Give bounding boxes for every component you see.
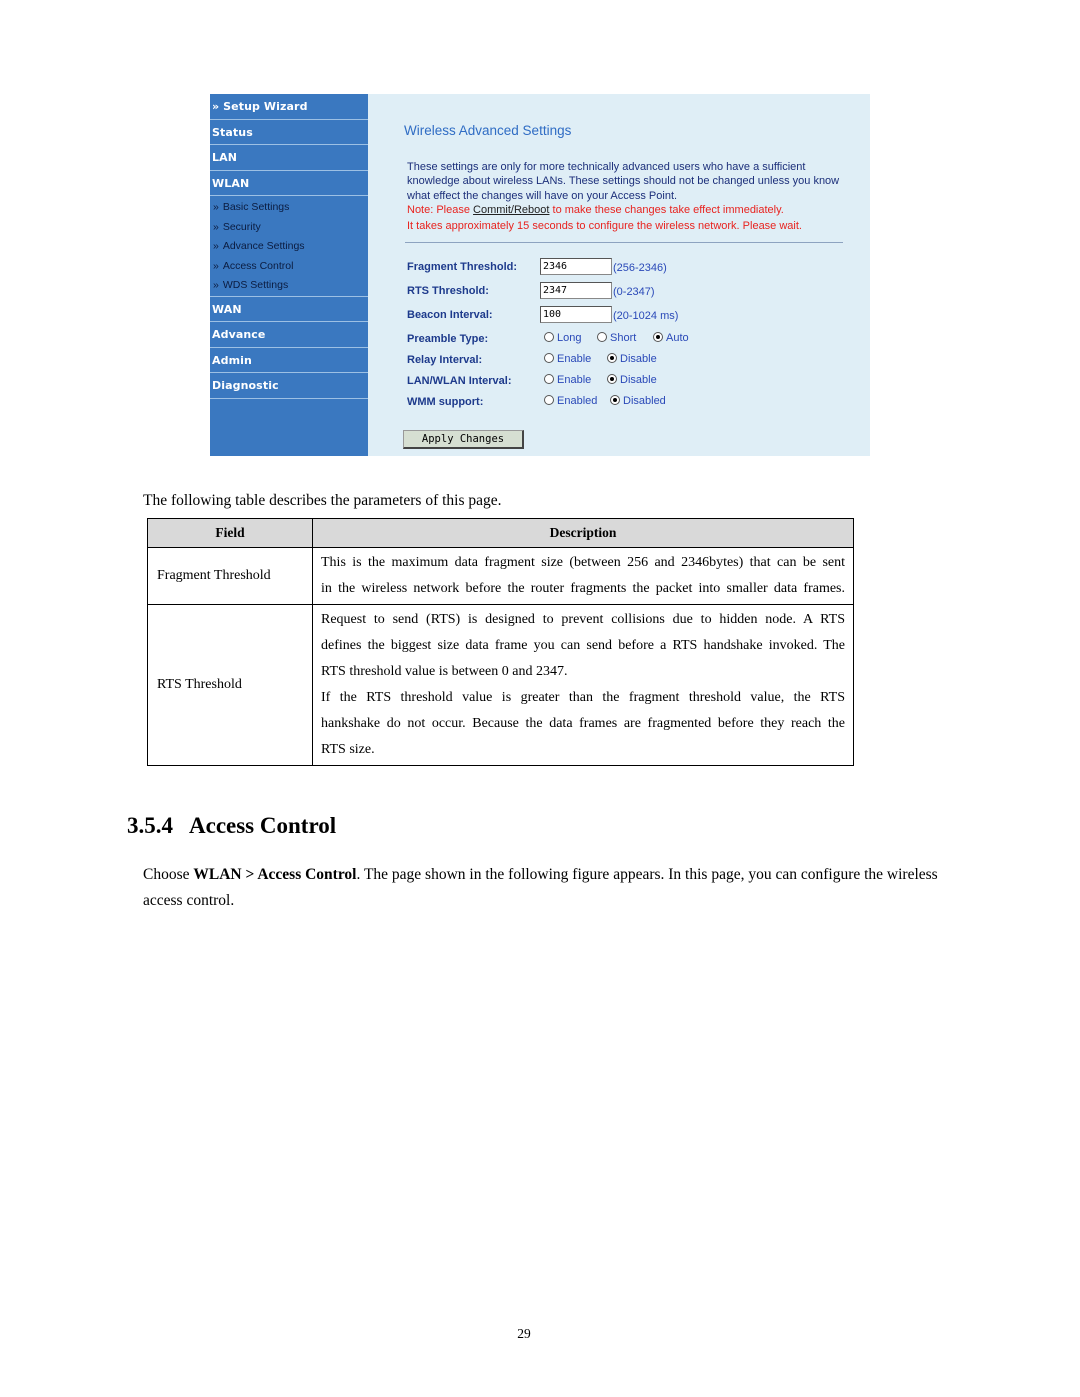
rts-threshold-label: RTS Threshold:: [407, 285, 489, 297]
beacon-interval-range: (20-1024 ms): [613, 310, 679, 322]
settings-panel: Wireless Advanced Settings These setting…: [368, 94, 870, 456]
fragment-threshold-input[interactable]: 2346: [540, 258, 612, 275]
radio-selected-icon: [653, 332, 663, 342]
double-chevron-icon: »: [213, 259, 219, 272]
page-number: 29: [517, 1326, 531, 1341]
menu-path: WLAN > Access Control: [193, 866, 357, 883]
preamble-long-radio[interactable]: Long: [544, 332, 581, 344]
sidebar-subitem-access-control[interactable]: » Access Control: [210, 257, 368, 277]
page-title: Wireless Advanced Settings: [404, 123, 572, 138]
rts-threshold-range: (0-2347): [613, 286, 655, 298]
table-intro-text: The following table describes the parame…: [143, 492, 502, 509]
double-chevron-icon: »: [213, 201, 219, 213]
radio-unselected-icon: [597, 332, 607, 342]
radio-selected-icon: [607, 374, 617, 384]
sidebar-nav: » Setup Wizard Status LAN WLAN » Basic Se…: [210, 94, 368, 456]
description-line: RTS threshold value is between 0 and 234…: [321, 664, 568, 679]
preamble-type-label: Preamble Type:: [407, 333, 489, 345]
commit-reboot-link[interactable]: Commit/Reboot: [473, 204, 549, 216]
divider: [405, 242, 843, 243]
description-line: RTS size.: [321, 742, 375, 757]
preamble-short-radio[interactable]: Short: [597, 332, 636, 344]
description-line: If the RTS threshold value is greater th…: [321, 690, 845, 705]
radio-selected-icon: [607, 353, 617, 363]
sidebar-item-admin[interactable]: Admin: [210, 348, 368, 373]
lan-wlan-disable-radio[interactable]: Disable: [607, 374, 657, 386]
wmm-enabled-radio[interactable]: Enabled: [544, 395, 597, 407]
parameters-table: Field Description Fragment Threshold Thi…: [147, 518, 854, 766]
rts-threshold-input[interactable]: 2347: [540, 282, 612, 299]
double-chevron-icon: »: [213, 279, 219, 291]
wlan-submenu: » Basic Settings » Security » Advance Setti…: [210, 196, 368, 297]
radio-selected-icon: [610, 395, 620, 405]
fragment-threshold-label: Fragment Threshold:: [407, 261, 518, 273]
sidebar-item-advance[interactable]: Advance: [210, 322, 368, 348]
sidebar-subitem-basic-settings[interactable]: » Basic Settings: [210, 198, 368, 218]
description-line: in the wireless network before the route…: [321, 581, 845, 596]
section-number: 3.5.4: [127, 813, 173, 838]
sidebar-item-wan[interactable]: WAN: [210, 297, 368, 322]
sidebar-subitem-wds-settings[interactable]: » WDS Settings: [210, 276, 368, 296]
wait-note: It takes approximately 15 seconds to con…: [407, 220, 802, 232]
relay-disable-radio[interactable]: Disable: [607, 353, 657, 365]
description-cell: This is the maximum data fragment size (…: [312, 547, 854, 605]
description-line: This is the maximum data fragment size (…: [321, 555, 845, 570]
radio-unselected-icon: [544, 374, 554, 384]
sidebar-item-status[interactable]: Status: [210, 120, 368, 145]
double-chevron-icon: »: [213, 240, 219, 252]
double-chevron-icon: »: [212, 100, 220, 113]
commit-note: Note: Please Commit/Reboot to make these…: [407, 204, 784, 216]
sidebar-item-diagnostic[interactable]: Diagnostic: [210, 373, 368, 399]
field-cell: Fragment Threshold: [147, 547, 313, 605]
table-header-row: Field Description: [147, 518, 854, 548]
radio-unselected-icon: [544, 332, 554, 342]
header-description: Description: [312, 518, 854, 548]
table-row: RTS Threshold Request to send (RTS) is d…: [147, 604, 854, 766]
beacon-interval-input[interactable]: 100: [540, 306, 612, 323]
lan-wlan-enable-radio[interactable]: Enable: [544, 374, 591, 386]
radio-unselected-icon: [544, 353, 554, 363]
description-line: Request to send (RTS) is designed to pre…: [321, 612, 845, 627]
description-cell: Request to send (RTS) is designed to pre…: [312, 604, 854, 766]
wmm-disabled-radio[interactable]: Disabled: [610, 395, 666, 407]
relay-interval-label: Relay Interval:: [407, 354, 483, 366]
table-row: Fragment Threshold This is the maximum d…: [147, 547, 854, 605]
beacon-interval-label: Beacon Interval:: [407, 309, 493, 321]
settings-description: These settings are only for more technic…: [407, 161, 840, 202]
sidebar-subitem-advance-settings[interactable]: » Advance Settings: [210, 237, 368, 257]
description-line: hankshake do not occur. Because the data…: [321, 716, 845, 731]
wireless-advanced-settings-screenshot: » Setup Wizard Status LAN WLAN » Basic Se…: [210, 94, 870, 456]
apply-changes-button[interactable]: Apply Changes: [403, 430, 524, 449]
preamble-auto-radio[interactable]: Auto: [653, 332, 689, 344]
section-title: Access Control: [189, 813, 337, 838]
sidebar-subitem-security[interactable]: » Security: [210, 218, 368, 238]
sidebar-item-setup-wizard[interactable]: » Setup Wizard: [210, 94, 368, 120]
sidebar-item-lan[interactable]: LAN: [210, 145, 368, 171]
relay-enable-radio[interactable]: Enable: [544, 353, 591, 365]
section-heading: 3.5.4 Access Control: [127, 813, 336, 839]
header-field: Field: [147, 518, 313, 548]
section-body-text: Choose WLAN > Access Control. The page s…: [143, 866, 938, 909]
field-cell: RTS Threshold: [147, 604, 313, 766]
description-line: defines the biggest size data frame you …: [321, 638, 845, 653]
double-chevron-icon: »: [213, 220, 219, 233]
wmm-support-label: WMM support:: [407, 396, 484, 408]
sidebar-item-wlan[interactable]: WLAN: [210, 171, 368, 196]
radio-unselected-icon: [544, 395, 554, 405]
fragment-threshold-range: (256-2346): [613, 262, 667, 274]
lan-wlan-interval-label: LAN/WLAN Interval:: [407, 375, 512, 387]
